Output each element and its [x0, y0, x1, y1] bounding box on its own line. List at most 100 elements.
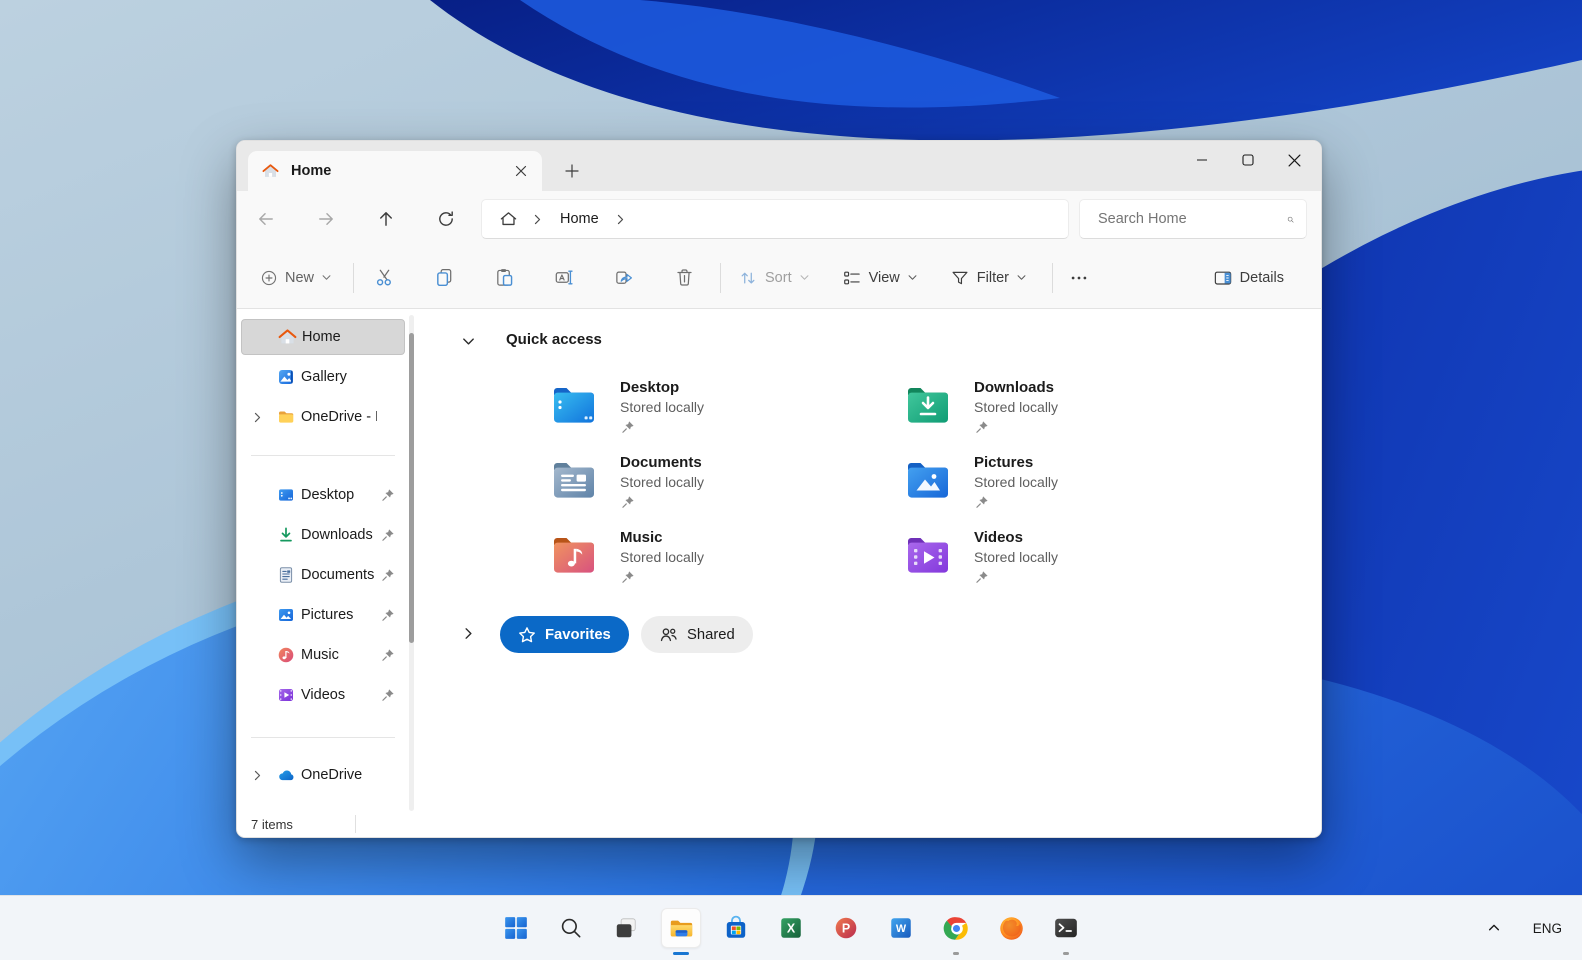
excel-icon: X — [781, 918, 801, 938]
home-icon — [278, 328, 297, 347]
refresh-button[interactable] — [428, 201, 464, 237]
chevron-down-icon — [907, 272, 918, 283]
tile-name: Music — [620, 529, 663, 546]
see-more-button[interactable] — [1059, 258, 1099, 298]
microsoft-store-button[interactable] — [716, 908, 756, 948]
sidebar-item-documents[interactable]: Documents — [241, 557, 405, 593]
favorites-button[interactable]: Favorites — [500, 616, 629, 653]
minimize-button[interactable] — [1179, 141, 1225, 179]
back-button[interactable] — [248, 201, 284, 237]
powerpoint-button[interactable]: P — [826, 908, 866, 948]
chevron-right-icon[interactable] — [251, 769, 264, 782]
taskbar: X P W ENG — [0, 895, 1582, 960]
start-button[interactable] — [496, 908, 536, 948]
content-area: Quick access Desktop Stored locally Down… — [429, 309, 1321, 811]
sort-button[interactable]: Sort — [729, 261, 819, 295]
desktop: Home Home Search Home New Sort View Filt… — [0, 0, 1582, 960]
sidebar-item-videos[interactable]: Videos — [241, 677, 405, 713]
delete-button[interactable] — [664, 258, 704, 298]
filter-button[interactable]: Filter — [941, 261, 1036, 295]
quick-access-tile-videos[interactable]: Videos Stored locally — [904, 529, 1234, 597]
cut-button[interactable] — [364, 258, 404, 298]
details-label: Details — [1239, 269, 1284, 286]
show-hidden-icons-chevron[interactable] — [1487, 921, 1501, 935]
documents-icon — [279, 567, 293, 583]
word-button[interactable]: W — [881, 908, 921, 948]
sidebar-item-music[interactable]: Music — [241, 637, 405, 673]
chevron-right-icon[interactable] — [251, 411, 264, 424]
windows-start-icon — [505, 917, 527, 939]
plus-icon — [565, 164, 579, 178]
breadcrumb[interactable]: Home — [481, 199, 1069, 239]
paste-icon — [496, 269, 512, 286]
tile-status: Stored locally — [974, 474, 1059, 490]
pictures-icon — [279, 609, 293, 621]
sidebar-item-home[interactable]: Home — [241, 319, 405, 355]
search-box[interactable] — [1079, 199, 1307, 239]
excel-button[interactable]: X — [771, 908, 811, 948]
quick-access-tile-music[interactable]: Music Stored locally — [550, 529, 880, 597]
scrollbar-thumb[interactable] — [409, 333, 414, 643]
sidebar-item-label: Pictures — [301, 607, 354, 623]
tile-name: Videos — [974, 529, 1023, 546]
cut-icon — [376, 269, 391, 286]
search-input[interactable] — [1096, 210, 1287, 228]
videos-icon — [279, 689, 293, 701]
tile-status: Stored locally — [620, 399, 705, 415]
rename-button[interactable] — [544, 258, 584, 298]
tab-close-button[interactable] — [508, 158, 534, 184]
terminal-button[interactable] — [1046, 908, 1086, 955]
maximize-button[interactable] — [1225, 141, 1271, 179]
close-window-button[interactable] — [1271, 141, 1317, 179]
quick-access-collapse-chevron[interactable] — [461, 334, 476, 349]
breadcrumb-segment-home[interactable]: Home — [560, 211, 599, 227]
tab-title: Home — [291, 163, 332, 179]
quick-access-tile-pictures[interactable]: Pictures Stored locally — [904, 454, 1234, 522]
copy-button[interactable] — [424, 258, 464, 298]
new-button[interactable]: New — [251, 262, 341, 294]
sidebar-item-label: Music — [301, 647, 339, 663]
status-bar-separator — [354, 815, 356, 833]
paste-button[interactable] — [484, 258, 524, 298]
active-app-indicator — [673, 952, 689, 955]
quick-access-tile-documents[interactable]: Documents Stored locally — [550, 454, 880, 522]
sidebar-item-downloads[interactable]: Downloads — [241, 517, 405, 553]
quick-access-tile-downloads[interactable]: Downloads Stored locally — [904, 379, 1234, 447]
sidebar-item-desktop[interactable]: Desktop — [241, 477, 405, 513]
home-tab-icon — [262, 163, 279, 180]
sidebar-item-label: OneDrive — [301, 767, 363, 783]
new-tab-button[interactable] — [555, 157, 589, 185]
details-button[interactable]: Details — [1204, 261, 1293, 295]
sidebar-divider — [251, 455, 395, 456]
task-view-button[interactable] — [606, 908, 646, 948]
quick-access-tile-desktop[interactable]: Desktop Stored locally — [550, 379, 880, 447]
sidebar-item-pictures[interactable]: Pictures — [241, 597, 405, 633]
details-pane-icon — [1214, 271, 1231, 285]
close-icon — [1287, 153, 1301, 167]
chevron-down-icon — [799, 272, 810, 283]
chrome-button[interactable] — [936, 908, 976, 955]
file-explorer-taskbar-button[interactable] — [661, 908, 701, 955]
up-button[interactable] — [368, 201, 404, 237]
downloads-icon — [280, 527, 292, 542]
view-label: View — [868, 269, 900, 286]
language-indicator[interactable]: ENG — [1533, 921, 1562, 936]
shared-button[interactable]: Shared — [641, 616, 753, 653]
view-button[interactable]: View — [833, 261, 927, 295]
sidebar-item-onedrive-personal[interactable]: OneDrive - Perso — [241, 399, 405, 435]
firefox-button[interactable] — [991, 908, 1031, 948]
share-button[interactable] — [604, 258, 644, 298]
pin-icon — [381, 648, 395, 662]
folder-desktop-icon — [554, 388, 594, 423]
explorer-tab-home[interactable]: Home — [248, 151, 542, 191]
taskbar-search-button[interactable] — [551, 908, 591, 948]
sidebar-scrollbar[interactable] — [409, 315, 414, 811]
people-icon — [660, 628, 677, 642]
favorites-expand-chevron[interactable] — [461, 626, 476, 641]
sidebar-item-gallery[interactable]: Gallery — [241, 359, 405, 395]
task-view-icon — [616, 918, 636, 938]
trash-icon — [676, 269, 692, 286]
tile-status: Stored locally — [974, 549, 1059, 565]
forward-button[interactable] — [308, 201, 344, 237]
sidebar-item-onedrive[interactable]: OneDrive — [241, 757, 405, 793]
